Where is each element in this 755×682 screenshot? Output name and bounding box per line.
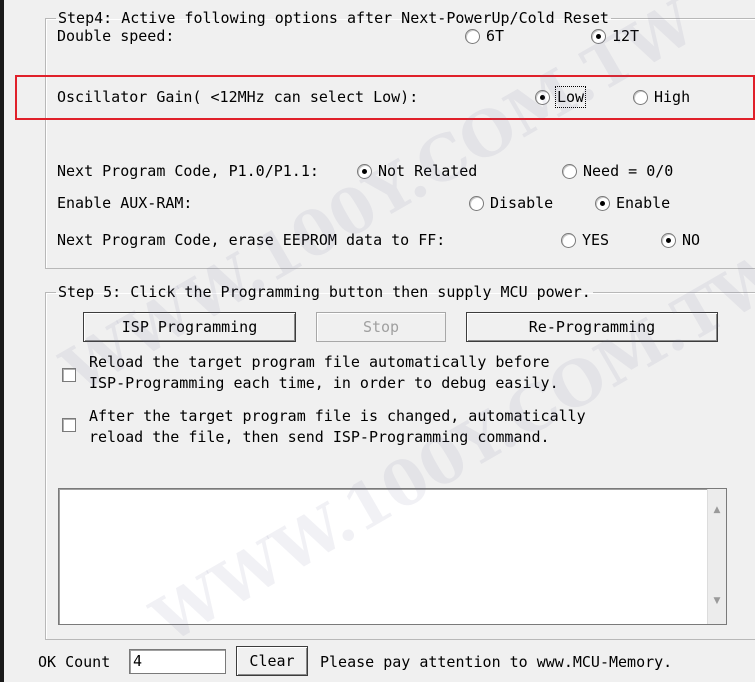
radio-disable-label: Disable xyxy=(490,194,554,212)
enable-aux-ram-label: Enable AUX-RAM: xyxy=(57,194,193,212)
reload-on-change-line2: reload the file, then send ISP-Programmi… xyxy=(89,428,550,446)
radio-yes-label: YES xyxy=(582,231,610,249)
reload-on-change-checkbox[interactable] xyxy=(62,418,76,432)
radio-not-related-label: Not Related xyxy=(378,162,478,180)
scroll-down-icon[interactable]: ▼ xyxy=(708,592,726,610)
stop-button[interactable]: Stop xyxy=(316,312,446,342)
oscillator-gain-highlight xyxy=(15,75,755,120)
log-scrollbar[interactable]: ▲ ▼ xyxy=(707,489,726,624)
erase-eeprom-no-radio[interactable]: NO xyxy=(661,230,700,250)
isp-programming-button[interactable]: ISP Programming xyxy=(83,312,296,342)
radio-12t-label: 12T xyxy=(612,27,640,45)
log-output-textarea[interactable]: ▲ ▼ xyxy=(58,488,727,625)
radio-enable-circle xyxy=(595,195,610,211)
re-programming-button[interactable]: Re-Programming xyxy=(466,312,718,342)
clear-button[interactable]: Clear xyxy=(236,646,308,676)
step4-legend: Step4: Active following options after Ne… xyxy=(58,9,609,27)
radio-need-label: Need = 0/0 xyxy=(583,162,674,180)
reload-auto-checkbox[interactable] xyxy=(62,368,76,382)
next-program-code-need-radio[interactable]: Need = 0/0 xyxy=(562,161,673,181)
radio-no-label: NO xyxy=(682,231,701,249)
step5-legend: Step 5: Click the Programming button the… xyxy=(58,283,591,301)
double-speed-label: Double speed: xyxy=(57,27,175,45)
radio-no-circle xyxy=(661,232,676,248)
aux-ram-disable-radio[interactable]: Disable xyxy=(469,193,553,213)
reload-auto-line2: ISP-Programming each time, in order to d… xyxy=(89,374,559,392)
log-text xyxy=(59,489,726,493)
status-message: Please pay attention to www.MCU-Memory. xyxy=(320,653,673,671)
aux-ram-enable-radio[interactable]: Enable xyxy=(595,193,670,213)
reload-auto-line1: Reload the target program file automatic… xyxy=(89,353,550,371)
scroll-up-icon[interactable]: ▲ xyxy=(708,501,726,519)
radio-12t-circle xyxy=(591,28,606,44)
radio-enable-label: Enable xyxy=(616,194,671,212)
radio-need-circle xyxy=(562,163,577,179)
erase-eeprom-label: Next Program Code, erase EEPROM data to … xyxy=(57,231,446,249)
double-speed-12t-radio[interactable]: 12T xyxy=(591,26,639,46)
next-program-code-label: Next Program Code, P1.0/P1.1: xyxy=(57,162,319,180)
ok-count-label: OK Count xyxy=(38,653,111,671)
ok-count-input[interactable]: 4 xyxy=(129,649,226,674)
next-program-code-not-related-radio[interactable]: Not Related xyxy=(357,161,477,181)
radio-6t-label: 6T xyxy=(486,27,505,45)
reload-on-change-line1: After the target program file is changed… xyxy=(89,407,586,425)
radio-yes-circle xyxy=(561,232,576,248)
erase-eeprom-yes-radio[interactable]: YES xyxy=(561,230,609,250)
radio-not-related-circle xyxy=(357,163,372,179)
double-speed-6t-radio[interactable]: 6T xyxy=(465,26,504,46)
radio-disable-circle xyxy=(469,195,484,211)
radio-6t-circle xyxy=(465,28,480,44)
